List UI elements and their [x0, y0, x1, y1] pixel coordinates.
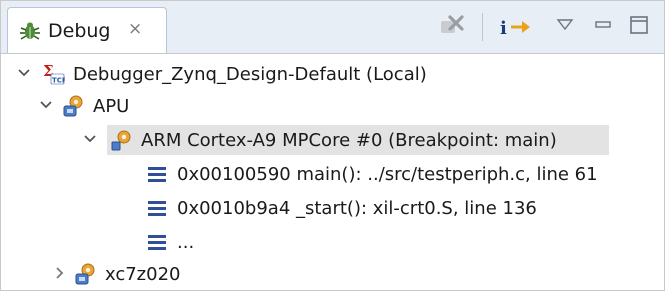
stack-frame-row[interactable]: 0x0010b9a4 _start(): xil-crt0.S, line 13…: [1, 192, 664, 224]
debug-view: Debug ⨯ i Σ TCF Debugger_Zynq_Design-Def…: [0, 0, 665, 291]
stack-frame-row[interactable]: ...: [1, 226, 664, 258]
stack-frame-icon: [145, 196, 169, 220]
minimize-icon[interactable]: [594, 17, 612, 36]
stack-frame-label: 0x0010b9a4 _start(): xil-crt0.S, line 13…: [177, 198, 537, 219]
chevron-right-icon[interactable]: [51, 264, 69, 282]
tree-row-core[interactable]: ARM Cortex-A9 MPCore #0 (Breakpoint: mai…: [1, 124, 664, 156]
debug-tab[interactable]: Debug ⨯: [7, 7, 167, 53]
stack-frame-label: 0x00100590 main(): ../src/testperiph.c, …: [177, 164, 598, 185]
view-tab-bar: Debug ⨯ i: [1, 1, 664, 54]
chevron-down-icon[interactable]: [81, 130, 99, 148]
tree-row-launch[interactable]: Σ TCF Debugger_Zynq_Design-Default (Loca…: [1, 58, 664, 90]
remove-all-terminated-icon[interactable]: [438, 15, 464, 43]
close-icon[interactable]: ⨯: [128, 19, 142, 39]
stack-frame-icon: [145, 162, 169, 186]
stack-frame-row[interactable]: 0x00100590 main(): ../src/testperiph.c, …: [1, 158, 664, 190]
tree-row-device[interactable]: xc7z020: [1, 258, 664, 290]
core-label: ARM Cortex-A9 MPCore #0 (Breakpoint: mai…: [141, 130, 557, 151]
debug-tree: Σ TCF Debugger_Zynq_Design-Default (Loca…: [1, 54, 664, 290]
stack-frame-icon: [145, 230, 169, 254]
view-menu-icon[interactable]: [556, 17, 574, 36]
stack-frame-label: ...: [177, 232, 195, 253]
step-into-instruction-icon[interactable]: i: [498, 15, 534, 43]
processor-group-icon: [73, 262, 97, 286]
suspended-thread-icon: [109, 128, 133, 152]
maximize-icon[interactable]: [628, 14, 650, 40]
debug-tab-label: Debug: [48, 20, 111, 42]
chevron-down-icon[interactable]: [37, 96, 55, 114]
apu-label: APU: [93, 96, 130, 117]
svg-text:TCF: TCF: [52, 77, 65, 85]
chevron-down-icon[interactable]: [15, 64, 33, 82]
svg-text:i: i: [500, 18, 507, 39]
launch-config-icon: Σ TCF: [41, 62, 67, 86]
toolbar-separator: [482, 13, 483, 41]
debug-bug-icon: [18, 19, 42, 43]
launch-label: Debugger_Zynq_Design-Default (Local): [73, 64, 427, 85]
processor-group-icon: [61, 94, 85, 118]
tree-row-apu[interactable]: APU: [1, 90, 664, 122]
device-label: xc7z020: [105, 264, 181, 285]
